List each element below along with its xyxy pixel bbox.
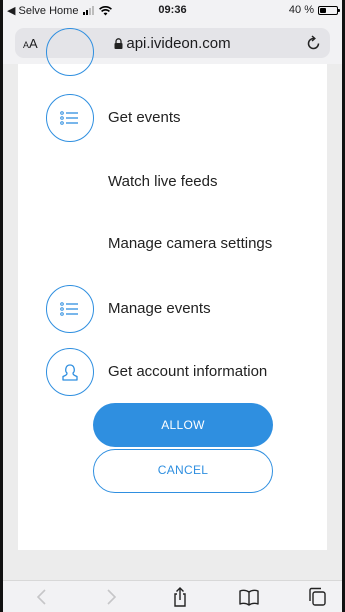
- reload-icon: [307, 35, 320, 50]
- cancel-button[interactable]: CANCEL: [93, 449, 273, 493]
- url-text: api.ivideon.com: [126, 35, 231, 52]
- phone-screen: ◀ Selve Home 09:36 40 % AA api.ivideon.c…: [0, 0, 345, 612]
- permission-label: Manage camera settings: [108, 235, 273, 252]
- share-button[interactable]: [168, 587, 192, 607]
- status-bar: ◀ Selve Home 09:36 40 %: [3, 0, 342, 22]
- permission-item: Manage events: [18, 285, 327, 335]
- browser-toolbar: [3, 580, 342, 612]
- forward-button[interactable]: [99, 587, 123, 607]
- permission-item: Get account information: [18, 348, 327, 398]
- allow-button[interactable]: ALLOW: [93, 403, 273, 447]
- reload-button[interactable]: [306, 34, 322, 57]
- back-icon: [36, 589, 46, 605]
- back-button[interactable]: [30, 587, 54, 607]
- status-right: 40 %: [288, 4, 340, 16]
- scrolled-permission-icon: [46, 28, 94, 76]
- battery-percent: 40 %: [288, 4, 314, 16]
- permission-item: Manage camera settings: [18, 220, 327, 270]
- bookmarks-button[interactable]: [237, 587, 261, 607]
- bookmarks-icon: [239, 589, 259, 606]
- permission-label: Get events: [108, 109, 181, 126]
- share-icon: [174, 587, 186, 607]
- tabs-icon: [309, 587, 326, 606]
- permission-item: Get events: [18, 94, 327, 144]
- permission-label: Manage events: [108, 300, 211, 317]
- forward-icon: [107, 589, 117, 605]
- user-icon: [46, 348, 94, 396]
- battery-icon: [318, 5, 340, 15]
- lock-icon: [114, 38, 123, 49]
- permissions-card: Get events Watch live feeds Manage camer…: [18, 28, 327, 550]
- list-icon: [46, 94, 94, 142]
- web-content: Get events Watch live feeds Manage camer…: [3, 28, 342, 580]
- permission-label: Get account information: [108, 363, 268, 380]
- permission-label: Watch live feeds: [108, 173, 218, 190]
- tabs-button[interactable]: [306, 587, 330, 607]
- permission-item: Watch live feeds: [18, 158, 327, 208]
- list-icon: [46, 285, 94, 333]
